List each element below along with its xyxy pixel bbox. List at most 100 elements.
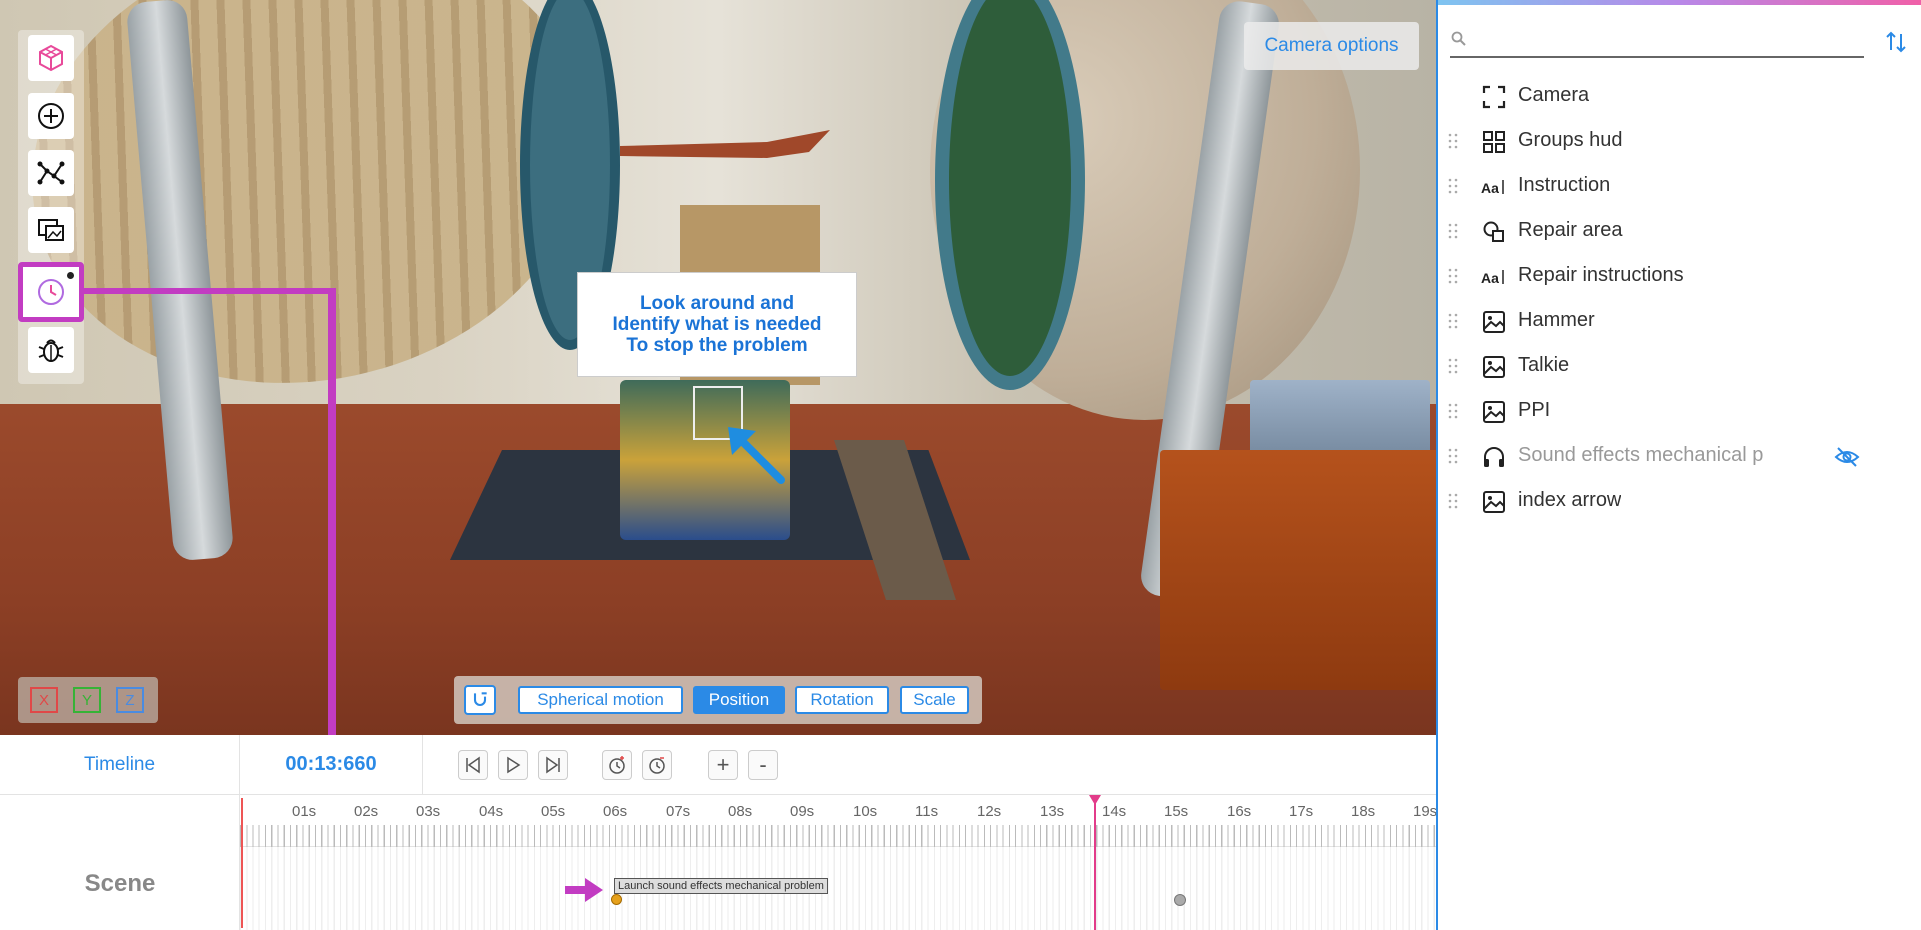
eye-off-icon[interactable] [1834,444,1860,470]
play-icon [507,756,521,774]
playhead[interactable] [1094,797,1096,930]
layer-item-groups-hud[interactable]: Groups hud [1438,119,1921,164]
timeline-start-marker [241,798,244,928]
panel-accent-bar [1438,0,1921,5]
skip-start-button[interactable] [458,750,488,780]
annotation-line-horizontal [84,288,336,294]
left-toolbar [18,30,84,384]
text-icon: Aa [1481,180,1504,196]
layer-name: PPI [1518,399,1551,421]
drag-handle-icon[interactable] [1448,267,1458,285]
layer-item-sound-effects[interactable]: Sound effects mechanical p [1438,434,1921,479]
media-icon [38,219,64,241]
layer-item-repair-instructions[interactable]: Aa Repair instructions [1438,254,1921,299]
add-keyframe-button[interactable] [602,750,632,780]
sort-icon[interactable] [1884,30,1908,54]
tick-label: 10s [853,803,878,820]
scene-instruction-text: Look around and Identify what is needed … [612,293,822,356]
shapes-icon [1483,221,1504,242]
keyframe-marker[interactable] [1174,894,1186,906]
spherical-motion-button[interactable]: Spherical motion [518,686,683,714]
remove-keyframe-button[interactable] [642,750,672,780]
event-keyframe[interactable] [611,894,622,905]
transform-toolbar: Spherical motion Position Rotation Scale [454,676,982,724]
objects-button[interactable] [28,35,74,81]
scene-track[interactable] [240,847,1436,930]
magnet-icon [473,692,487,706]
tick-label: 07s [666,803,691,820]
camera-options-button[interactable]: Camera options [1244,22,1419,70]
tick-label: 02s [354,803,379,820]
zoom-in-button[interactable]: + [708,750,738,780]
drag-handle-icon[interactable] [1448,132,1458,150]
drag-handle-icon[interactable] [1448,177,1458,195]
layer-item-hammer[interactable]: Hammer [1438,299,1921,344]
image-icon [1483,311,1505,333]
layer-name: Hammer [1518,309,1595,331]
track-header-column: Scene [0,795,240,930]
search-input[interactable] [1474,26,1859,54]
add-button[interactable] [28,93,74,139]
tick-label: 15s [1164,803,1189,820]
timeline-current-time: 00:13:660 [240,735,423,795]
position-button[interactable]: Position [693,686,785,714]
skip-end-button[interactable] [538,750,568,780]
zoom-out-button[interactable]: - [748,750,778,780]
tick-label: 18s [1351,803,1376,820]
index-arrow-icon[interactable] [726,425,786,485]
layer-name: Repair area [1518,219,1623,241]
drag-handle-icon[interactable] [1448,492,1458,510]
skip-back-icon [466,756,480,774]
layer-item-talkie[interactable]: Talkie [1438,344,1921,389]
layer-name: Camera [1518,84,1590,106]
layers-panel: Camera Groups hud Aa Instruction Repair … [1436,0,1921,930]
debug-button[interactable] [28,327,74,373]
layer-item-repair-area[interactable]: Repair area [1438,209,1921,254]
scene-cabinet [1160,450,1436,690]
tick-label: 14s [1102,803,1127,820]
media-button[interactable] [28,207,74,253]
scene-viewport[interactable]: Look around and Identify what is needed … [0,0,1436,735]
headphones-icon [1484,447,1504,467]
layer-item-ppi[interactable]: PPI [1438,389,1921,434]
annotation-arrow-icon [565,878,603,902]
axis-y-button[interactable]: Y [73,687,101,713]
tick-label: 11s [915,803,939,820]
graph-button[interactable] [28,150,74,196]
timeline-title: Timeline [0,735,240,795]
drag-handle-icon[interactable] [1448,357,1458,375]
axis-x-button[interactable]: X [30,687,58,713]
tick-label: 17s [1289,803,1314,820]
timeline-button[interactable] [18,262,84,322]
skip-forward-icon [546,756,560,774]
layer-item-camera[interactable]: Camera [1438,74,1921,119]
snap-button[interactable] [464,685,496,715]
rotation-button[interactable]: Rotation [795,686,889,714]
axis-z-button[interactable]: Z [116,687,144,713]
layer-name: Sound effects mechanical p [1518,444,1764,466]
scale-button[interactable]: Scale [900,686,969,714]
tick-label: 19s [1413,803,1438,820]
axis-lock-panel: X Y Z [18,677,158,723]
layer-name: Instruction [1518,174,1611,196]
drag-handle-icon[interactable] [1448,222,1458,240]
timeline-panel: Timeline 00:13:660 + - Scene 01s 02s 03s… [0,735,1438,930]
tick-label: 16s [1227,803,1252,820]
drag-handle-icon[interactable] [1448,312,1458,330]
scene-instruction-card[interactable]: Look around and Identify what is needed … [577,272,857,377]
image-icon [1483,356,1505,378]
tick-label: 08s [728,803,753,820]
event-label[interactable]: Launch sound effects mechanical problem [614,878,828,894]
layer-name: Groups hud [1518,129,1623,151]
layer-name: index arrow [1518,489,1622,511]
drag-handle-icon[interactable] [1448,447,1458,465]
layer-item-instruction[interactable]: Aa Instruction [1438,164,1921,209]
play-button[interactable] [498,750,528,780]
tick-label: 03s [416,803,441,820]
drag-handle-icon[interactable] [1448,402,1458,420]
add-circle-icon [38,103,64,129]
tick-label: 01s [292,803,317,820]
image-icon [1483,491,1505,513]
layer-search [1450,24,1864,58]
layer-item-index-arrow[interactable]: index arrow [1438,479,1921,524]
